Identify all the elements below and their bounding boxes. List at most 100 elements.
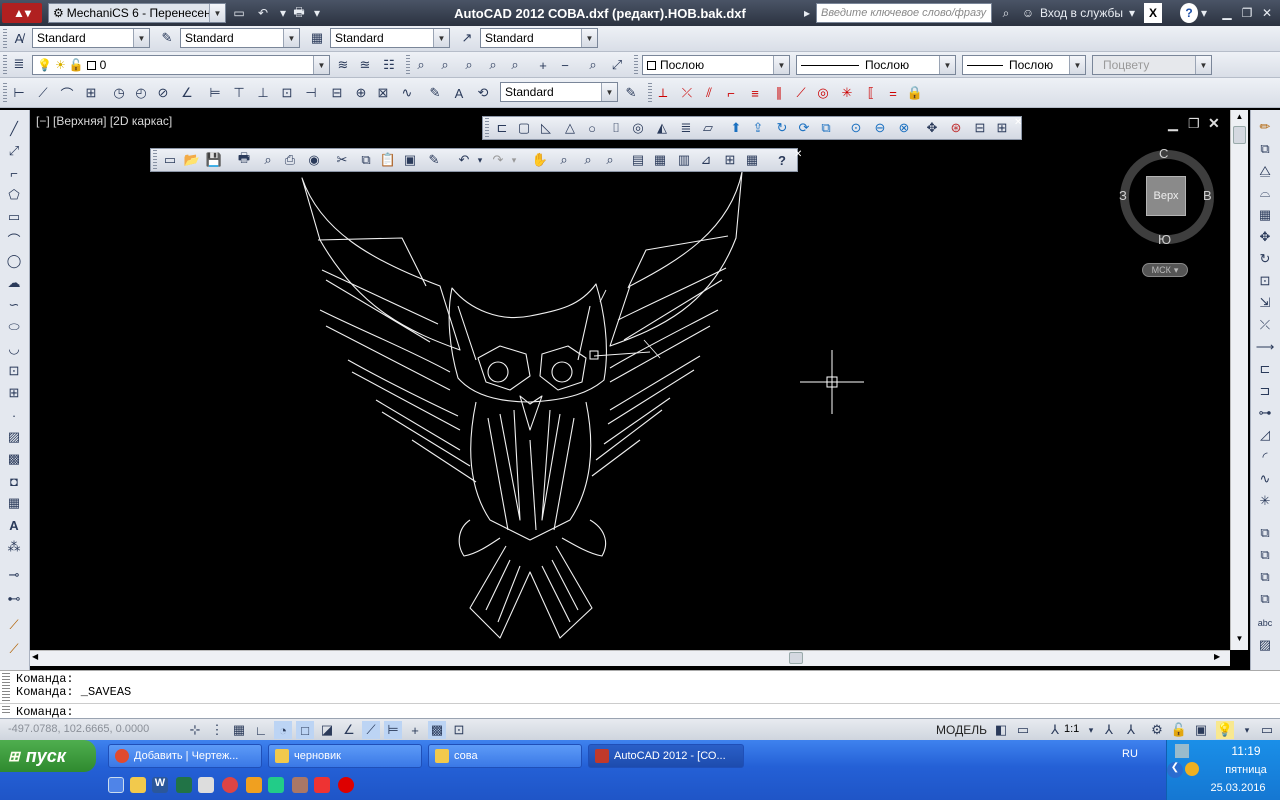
otrack-icon[interactable]: ∠	[340, 721, 358, 739]
vertical-scroll-thumb[interactable]	[1233, 126, 1246, 144]
network-icon[interactable]	[1175, 744, 1189, 758]
arc-icon[interactable]: ⌒	[5, 230, 23, 248]
wedge-icon[interactable]: ◺	[537, 119, 555, 137]
model-space-button[interactable]: МОДЕЛЬ	[936, 721, 987, 739]
baseline-dim-icon[interactable]: ⊤	[230, 84, 248, 102]
layer-states-icon[interactable]: ☷	[380, 56, 398, 74]
dim-break-icon[interactable]: ⊣	[302, 84, 320, 102]
blend-icon[interactable]: ∿	[1256, 470, 1274, 488]
drawing-viewport[interactable]: [−] [Верхняя] [2D каркас] ▁ ❐ ✕ ⊏ ▢ ◺ △ …	[30, 110, 1230, 650]
bring-above-icon[interactable]: ⧉	[1256, 568, 1274, 586]
join-icon[interactable]: ⊶	[1256, 404, 1274, 422]
clean-screen-icon[interactable]: ▭	[1258, 721, 1276, 739]
language-indicator[interactable]: RU	[1122, 748, 1138, 760]
tool-palettes-icon[interactable]: ▥	[675, 151, 693, 169]
chevron-right-icon[interactable]: ▸	[800, 3, 814, 23]
chevron-down-icon[interactable]: ▾	[1126, 3, 1138, 23]
grid-icon[interactable]: ▦	[230, 721, 248, 739]
circle-icon[interactable]: ◎	[814, 84, 832, 102]
paste-icon[interactable]: 📋	[379, 151, 397, 169]
extend-icon[interactable]: ⫽	[700, 84, 718, 102]
color-select[interactable]: Послою ▼	[642, 55, 790, 75]
ie-icon[interactable]	[108, 777, 124, 793]
layer-select[interactable]: 💡 ☀ 🔓 0 ▼	[32, 55, 330, 75]
break-icon[interactable]: ∥	[770, 84, 788, 102]
text-front-icon[interactable]: abc	[1256, 614, 1274, 632]
scroll-down-icon[interactable]: ▼	[1233, 634, 1246, 647]
layout1-icon[interactable]: ◧	[992, 721, 1010, 739]
mtext-icon[interactable]: A	[5, 516, 23, 534]
chevron-down-icon[interactable]: ▾	[276, 3, 290, 23]
dim-style-icon[interactable]: ✎	[158, 29, 176, 47]
ellipse-icon[interactable]: ⬭	[5, 318, 23, 336]
torus-icon[interactable]: ◎	[629, 119, 647, 137]
close-icon[interactable]: ✕	[794, 149, 802, 160]
annotation-scale-icon[interactable]: ⅄	[1046, 721, 1064, 739]
user-icon[interactable]: ☺	[1018, 3, 1038, 23]
close-icon[interactable]: ✕	[1014, 117, 1022, 128]
lock-icon[interactable]: 🔒	[906, 84, 924, 102]
properties-icon[interactable]: ▤	[629, 151, 647, 169]
extrude-icon[interactable]: ⬆	[727, 119, 745, 137]
make-block-icon[interactable]: ⊞	[5, 384, 23, 402]
stretch-icon[interactable]: ⇲	[1256, 294, 1274, 312]
break-icon[interactable]: ⊐	[1256, 382, 1274, 400]
line-icon[interactable]: ╱	[5, 120, 23, 138]
plot-icon[interactable]: 🖶	[235, 150, 253, 169]
scroll-left-icon[interactable]: ◀	[32, 652, 45, 665]
chevron-down-icon[interactable]: ▾	[1198, 3, 1210, 23]
point-icon[interactable]: ·	[5, 406, 23, 424]
infer-constraints-icon[interactable]: ⊹	[186, 721, 204, 739]
ordinate-dim-icon[interactable]: ⊞	[82, 84, 100, 102]
ortho-icon[interactable]: ∟	[252, 721, 270, 739]
explode-icon[interactable]: ✳	[838, 84, 856, 102]
3d-move-icon[interactable]: ✥	[923, 119, 941, 137]
linear-dim-icon[interactable]: ⊢	[10, 84, 28, 102]
center-mark-icon[interactable]: ⊕	[352, 84, 370, 102]
mirror-icon[interactable]: ⧋	[1256, 162, 1274, 180]
status-menu-icon[interactable]: ▾	[1238, 721, 1256, 739]
layer-manager-icon[interactable]: ≣	[10, 55, 28, 73]
intersect-icon[interactable]: ⊗	[895, 119, 913, 137]
horizontal-scrollbar[interactable]: ◀ ▶	[30, 650, 1230, 666]
box-icon[interactable]: ▢	[515, 119, 533, 137]
restore-icon[interactable]: ❐	[1238, 3, 1256, 23]
draworder-back-icon[interactable]: ⧉	[1256, 546, 1274, 564]
cone-icon[interactable]: △	[561, 119, 579, 137]
markup-icon[interactable]: ⊞	[721, 151, 739, 169]
table-style-select[interactable]: Standard ▼	[330, 28, 450, 48]
start-button[interactable]: ⊞ пуск	[0, 740, 96, 772]
publish-icon[interactable]: ⎙	[281, 151, 299, 169]
toolbar-grip[interactable]	[3, 83, 7, 103]
vertical-scrollbar[interactable]: ▲ ▼	[1230, 110, 1248, 650]
3d-align-icon[interactable]: ⊟	[971, 119, 989, 137]
aligned-dim-icon[interactable]: ⟋	[34, 84, 52, 102]
coordinates-readout[interactable]: -497.0788, 102.6665, 0.0000	[8, 723, 149, 735]
zoom-window-icon[interactable]: ⌕	[436, 56, 454, 74]
copy-icon[interactable]: ⧉	[357, 151, 375, 169]
tray-app-icon[interactable]	[1185, 762, 1199, 776]
zoom-dynamic-icon[interactable]: ⌕	[460, 56, 478, 74]
toolbar-lock-icon[interactable]: 🔓	[1170, 721, 1188, 739]
subtract-icon[interactable]: ⊖	[871, 119, 889, 137]
offset-icon[interactable]: ⌓	[1256, 184, 1274, 202]
calculator-icon[interactable]: ▦	[743, 151, 761, 169]
layer-previous-icon[interactable]: ≊	[356, 56, 374, 74]
ducs-icon[interactable]: ⟋	[362, 721, 380, 739]
gradient-icon[interactable]: ▩	[5, 450, 23, 468]
app-icon[interactable]	[292, 777, 308, 793]
close-icon[interactable]: ✕	[1258, 3, 1276, 23]
equal-icon[interactable]: =	[884, 84, 902, 102]
minimize-icon[interactable]: ▁	[1218, 3, 1236, 23]
scale-icon[interactable]: ⊡	[1256, 272, 1274, 290]
excel-icon[interactable]	[176, 777, 192, 793]
signin-button[interactable]: Вход в службы	[1040, 3, 1128, 23]
match-properties-icon[interactable]: ▣	[401, 151, 419, 169]
open-folder-icon[interactable]: 📂	[183, 151, 201, 169]
dim-edit-icon[interactable]: ✎	[426, 84, 444, 102]
scroll-right-icon[interactable]: ▶	[1214, 652, 1227, 665]
circle-icon[interactable]: ◯	[5, 252, 23, 270]
trim-icon[interactable]: ⤫	[1256, 316, 1274, 334]
taskbar-item-folder-owl[interactable]: сова	[428, 744, 582, 768]
cut-icon[interactable]: ✂	[333, 151, 351, 169]
